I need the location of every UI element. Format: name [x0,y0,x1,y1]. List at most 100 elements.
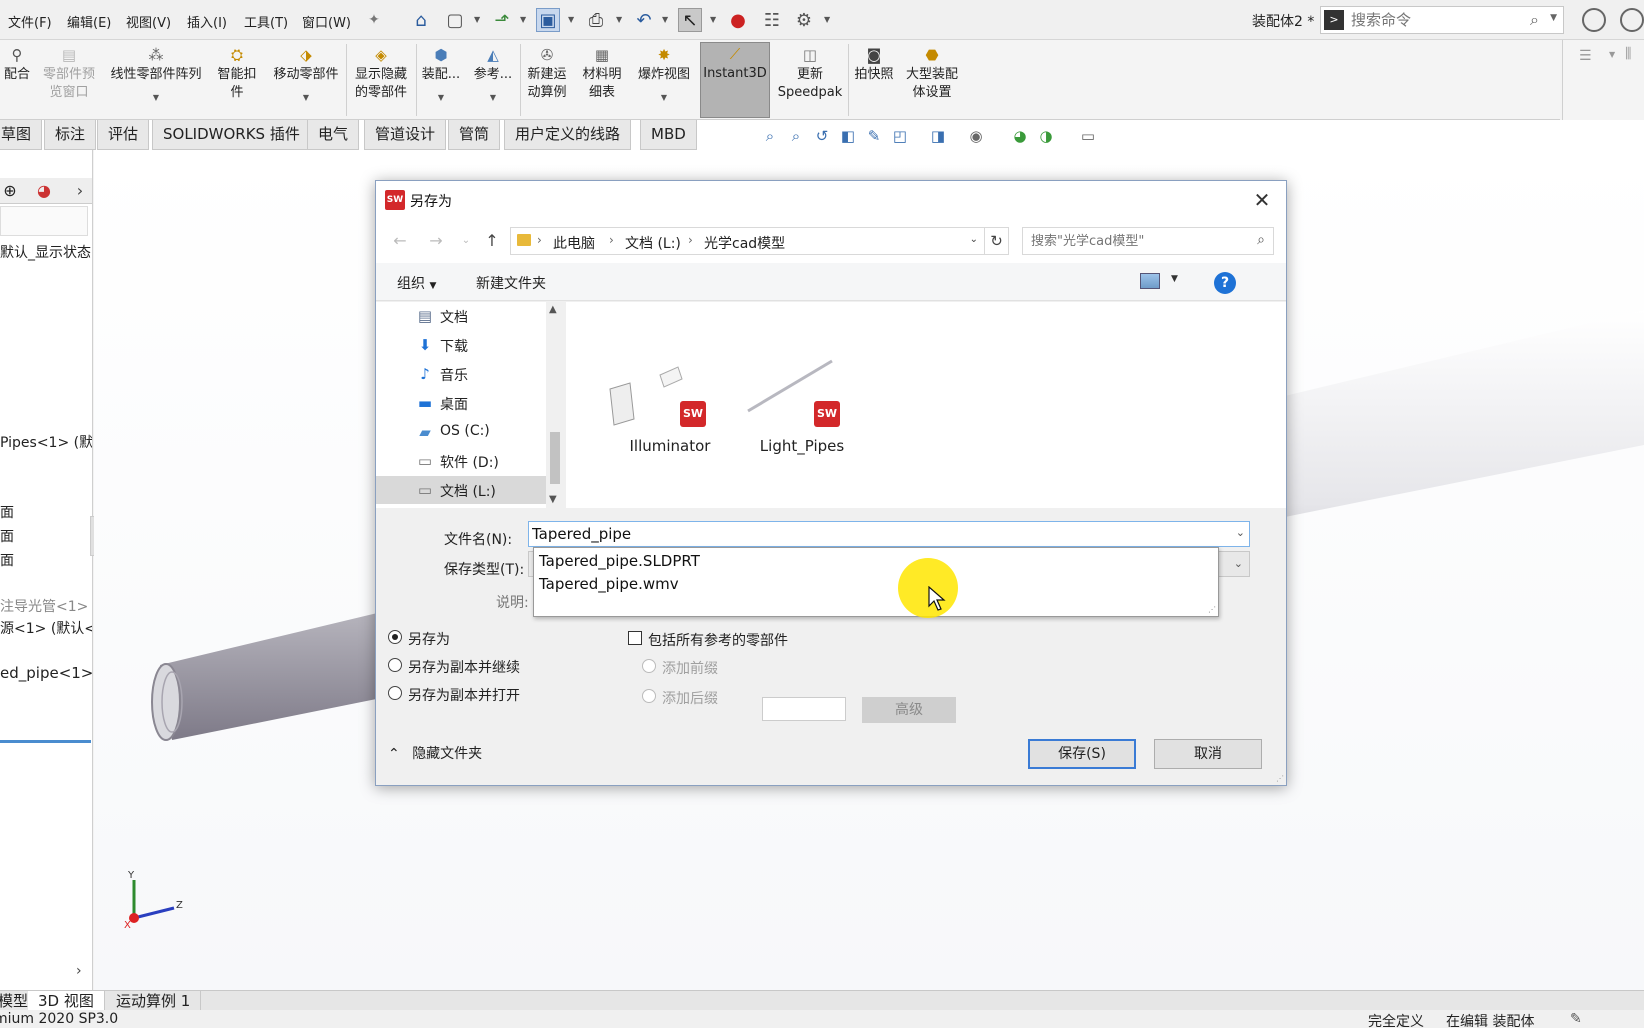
view-orientation-icon[interactable]: ◰ [890,126,910,146]
tab-mbd[interactable]: MBD [640,120,697,150]
chevron-down-icon[interactable]: ▼ [662,15,670,24]
tab-solidworks-addins[interactable]: SOLIDWORKS 插件 [152,120,311,150]
scroll-down-icon[interactable]: ▼ [549,494,557,505]
chevron-down-icon[interactable]: ▼ [1171,274,1178,284]
tab-dimension[interactable]: 标注 [44,120,97,150]
large-assembly-button[interactable]: ⬣ 大型装配 体设置 [902,44,962,118]
hide-folders-toggle[interactable]: ⌃ 隐藏文件夹 [388,743,482,763]
advanced-button[interactable]: 高级 [862,697,956,723]
chevron-down-icon[interactable]: ▼ [418,94,464,102]
exploded-view-button[interactable]: ✸ 爆炸视图 ▼ [632,44,696,118]
tab-electrical[interactable]: 电气 [307,120,360,150]
display-manager-icon[interactable]: ◕ [34,181,54,201]
display-style-icon[interactable]: ◨ [928,126,948,146]
new-file-icon[interactable]: ▢ [443,8,467,32]
pin-icon[interactable]: ✦ [362,8,386,32]
breadcrumb-folder[interactable]: 光学cad模型 [704,233,785,253]
menu-tools[interactable]: 工具(T) [244,12,288,31]
snapshot-button[interactable]: ◙ 拍快照 [850,44,898,118]
new-folder-button[interactable]: 新建文件夹 [476,273,546,293]
dynamic-annotation-icon[interactable]: ✎ [864,126,884,146]
tree-item[interactable]: 面 [0,502,14,522]
chevron-down-icon[interactable]: ▼ [266,94,346,102]
menu-edit[interactable]: 编辑(E) [67,12,111,31]
nav-item-documents[interactable]: ▤ 文档 [376,302,546,330]
select-icon[interactable]: ↖ [678,8,702,32]
align-icon[interactable]: ⫼ [1625,46,1631,62]
home-icon[interactable]: ⌂ [409,8,433,32]
nav-item-downloads[interactable]: ⬇ 下载 [376,331,546,359]
help-menu-icon[interactable] [1620,8,1644,32]
tree-item[interactable]: ed_pipe<1> [0,664,92,682]
folder-search-input[interactable] [1031,232,1241,250]
autocomplete-item[interactable]: Tapered_pipe.SLDPRT [539,552,700,570]
tab-tubing[interactable]: 管筒 [448,120,501,150]
tree-item[interactable]: 注导光管<1> [0,596,92,616]
chevron-down-icon[interactable]: ▼ [468,94,518,102]
rebuild-icon[interactable]: ✎ [1570,1011,1582,1027]
new-motion-study-button[interactable]: ✇ 新建运 动算例 [522,44,572,118]
options-gear-icon[interactable]: ⚙ [792,8,816,32]
file-item-light-pipes[interactable]: SW Light_Pipes [732,357,872,461]
command-search[interactable]: > ⌕ ▼ [1320,6,1564,34]
help-icon[interactable]: ? [1214,272,1236,294]
chevron-down-icon[interactable]: ▼ [710,15,718,24]
autocomplete-item[interactable]: Tapered_pipe.wmv [539,575,679,593]
move-component-button[interactable]: ⬗ 移动零部件 ▼ [266,44,346,118]
chevron-down-icon[interactable]: ▼ [104,94,208,102]
appearance-icon[interactable]: ◕ [1010,126,1030,146]
dimxpert-icon[interactable]: ⊕ [0,181,20,201]
menu-file[interactable]: 文件(F) [8,12,52,31]
instant3d-button[interactable]: ⟋ Instant3D [700,42,770,118]
close-icon[interactable]: ✕ [1248,186,1276,214]
tree-item[interactable]: 源<1> (默认< [0,618,92,638]
hide-show-icon[interactable]: ◉ [966,126,986,146]
chevron-down-icon[interactable]: ▼ [568,15,576,24]
undo-icon[interactable]: ↶ [632,8,656,32]
chevron-right-icon[interactable]: › [688,233,693,247]
chevron-down-icon[interactable]: ▼ [824,15,832,24]
show-hidden-button[interactable]: ◈ 显示隐藏 的零部件 [348,44,414,118]
nav-item-drive-c[interactable]: ▰ OS (C:) [376,418,546,446]
back-arrow-icon[interactable]: ← [390,231,410,251]
refresh-icon[interactable]: ↻ [985,227,1009,255]
prefix-suffix-input[interactable] [762,697,846,721]
forward-arrow-icon[interactable]: → [426,231,446,251]
chevron-down-icon[interactable]: ⌄ [970,234,978,245]
mate-button[interactable]: ⚲ 配合 [0,44,34,118]
chevron-down-icon[interactable]: ▼ [474,15,482,24]
chevron-right-icon[interactable]: › [537,233,542,247]
tab-evaluate[interactable]: 评估 [97,120,150,150]
chevron-down-icon[interactable]: ▼ [520,15,528,24]
assembly-features-button[interactable]: ⬢ 装配... ▼ [418,44,464,118]
chevron-down-icon[interactable]: ⌄ [1234,557,1243,570]
tab-motion-study[interactable]: 运动算例 1 [106,991,202,1011]
component-preview-button[interactable]: ▤ 零部件预 览窗口 [38,44,100,118]
tab-sketch[interactable]: 草图 [0,120,43,150]
breadcrumb-this-pc[interactable]: 此电脑 [553,233,595,253]
chevron-down-icon[interactable]: ▼ [1550,13,1557,23]
chevron-down-icon[interactable]: ▼ [632,94,696,102]
scrollbar-thumb[interactable] [550,432,560,484]
chevron-down-icon[interactable]: ▼ [1609,50,1615,59]
nav-item-music[interactable]: ♪ 音乐 [376,360,546,388]
traffic-light-icon[interactable]: ● [726,8,750,32]
linear-pattern-button[interactable]: ⁂ 线性零部件阵列 ▼ [104,44,208,118]
resize-grip-icon[interactable]: ⋰ [1276,774,1284,783]
address-bar[interactable]: › 此电脑 › 文档 (L:) › 光学cad模型 ⌄ [510,227,985,255]
cancel-button[interactable]: 取消 [1154,739,1262,769]
search-icon[interactable]: ⌕ [1530,10,1539,30]
chevron-right-icon[interactable]: › [70,181,90,201]
chevron-down-icon[interactable]: ⌄ [456,231,476,251]
save-button[interactable]: 保存(S) [1028,739,1136,769]
view-settings-icon[interactable]: ▭ [1078,126,1098,146]
menu-insert[interactable]: 插入(I) [187,12,227,31]
nav-item-desktop[interactable]: ▬ 桌面 [376,389,546,417]
print-icon[interactable]: ⎙ [584,8,608,32]
view-mode-icon[interactable] [1140,273,1160,289]
command-search-input[interactable] [1351,10,1521,30]
breadcrumb-drive-l[interactable]: 文档 (L:) [625,233,681,253]
scene-icon[interactable]: ◑ [1036,126,1056,146]
zoom-to-fit-icon[interactable]: ⌕ [760,126,780,146]
smart-fastener-button[interactable]: ⛭ 智能扣 件 [212,44,262,118]
